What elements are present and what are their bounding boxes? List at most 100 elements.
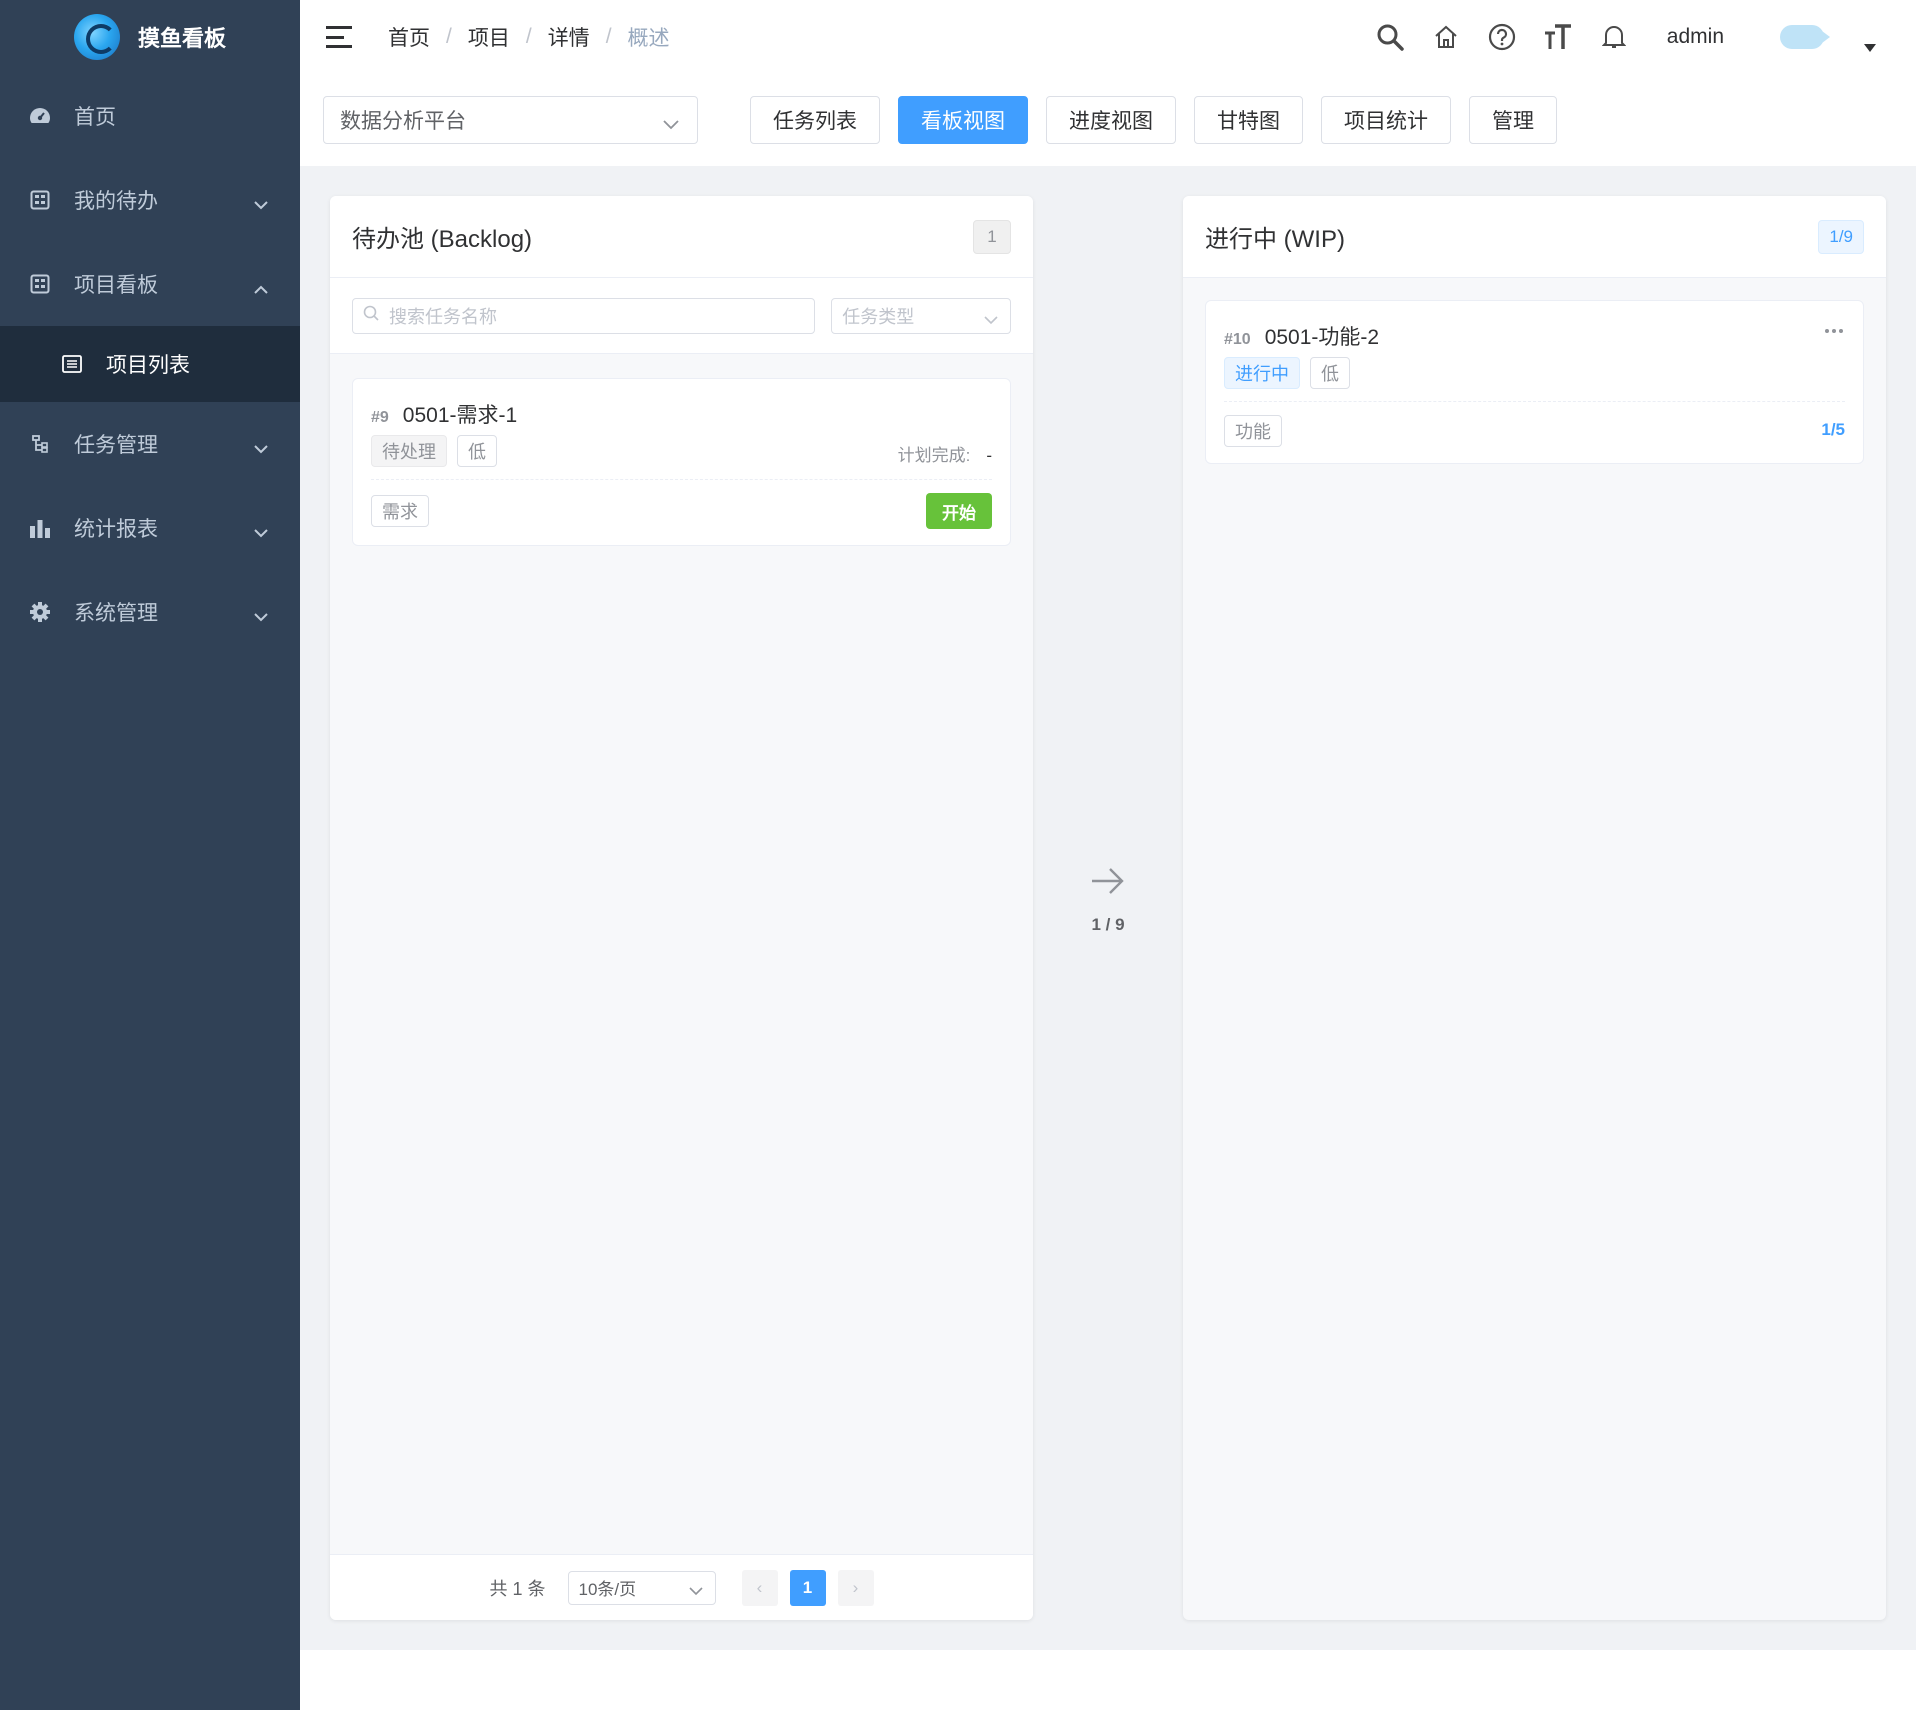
chevron-down-icon <box>254 520 268 544</box>
card-divider <box>1224 401 1845 402</box>
sidebar-item-task-management[interactable]: 任务管理 <box>0 402 300 486</box>
bell-icon[interactable] <box>1599 22 1629 52</box>
tag-row: 待处理 低 <box>371 435 497 467</box>
prev-page-button[interactable]: ‹ <box>741 1569 778 1606</box>
board-icon <box>28 272 52 296</box>
breadcrumb-project[interactable]: 项目 <box>468 22 510 52</box>
tab-progress-view[interactable]: 进度视图 <box>1046 96 1176 144</box>
tree-icon <box>28 432 52 456</box>
wip-column: 进行中 (WIP) 1/9 #10 0501-功能-2 进行中 低 功能 1/5 <box>1183 196 1886 1620</box>
sidebar-item-label: 首页 <box>74 106 116 129</box>
kanban-board: 待办池 (Backlog) 1 搜索任务名称 任务类型 #9 0501-需求-1… <box>300 166 1916 1650</box>
breadcrumb-overview: 概述 <box>627 27 670 50</box>
sidebar-item-label: 系统管理 <box>74 602 158 625</box>
page-size-select[interactable]: 10条/页 <box>567 1570 716 1605</box>
project-select[interactable]: 数据分析平台 <box>323 96 698 144</box>
tag-row: 进行中 低 <box>1224 357 1350 389</box>
subtask-progress: 1/5 <box>1821 420 1845 439</box>
app-logo[interactable]: 摸鱼看板 <box>0 0 300 74</box>
column-header: 待办池 (Backlog) 1 <box>330 196 1033 278</box>
breadcrumb: 首页 / 项目 / 详情 / 概述 <box>388 22 670 52</box>
search-input[interactable]: 搜索任务名称 <box>352 297 816 334</box>
top-navbar: 首页 / 项目 / 详情 / 概述 admin <box>300 0 1916 74</box>
chevron-down-icon <box>663 112 679 136</box>
help-icon[interactable] <box>1487 22 1517 52</box>
sidebar-item-home[interactable]: 首页 <box>0 74 300 158</box>
list-icon <box>60 352 84 376</box>
sidebar-item-label: 我的待办 <box>74 190 158 213</box>
avatar[interactable] <box>1780 25 1830 49</box>
start-button[interactable]: 开始 <box>926 493 992 529</box>
more-icon[interactable] <box>1825 329 1843 333</box>
app-title: 摸鱼看板 <box>137 26 226 51</box>
breadcrumb-separator: / <box>605 25 612 48</box>
pager-buttons: ‹ 1 › <box>741 1569 874 1606</box>
tab-task-list[interactable]: 任务列表 <box>750 96 880 144</box>
planned-completion: 计划完成: - <box>898 441 992 466</box>
card-title-row: #9 0501-需求-1 <box>371 399 517 429</box>
page-number-button[interactable]: 1 <box>789 1569 826 1606</box>
task-type-select[interactable]: 任务类型 <box>831 297 1011 334</box>
task-id: #9 <box>371 409 389 426</box>
wip-limit-label: 1 / 9 <box>1091 915 1125 934</box>
priority-tag: 低 <box>1310 357 1350 389</box>
username[interactable]: admin <box>1667 25 1724 49</box>
card-divider <box>371 479 992 480</box>
column-title: 进行中 (WIP) <box>1205 226 1345 253</box>
card-title-row: #10 0501-功能-2 <box>1224 321 1379 351</box>
planned-completion-value: - <box>986 446 992 465</box>
tab-project-stats[interactable]: 项目统计 <box>1321 96 1451 144</box>
task-card[interactable]: #10 0501-功能-2 进行中 低 功能 1/5 <box>1205 300 1864 464</box>
task-id: #10 <box>1224 331 1251 348</box>
sidebar-item-label: 任务管理 <box>74 434 158 457</box>
backlog-column: 待办池 (Backlog) 1 搜索任务名称 任务类型 #9 0501-需求-1… <box>330 196 1033 1620</box>
task-type-placeholder: 任务类型 <box>842 306 915 327</box>
search-icon[interactable] <box>1375 22 1405 52</box>
caret-down-icon[interactable] <box>1864 44 1876 52</box>
todo-icon <box>28 188 52 212</box>
project-select-value: 数据分析平台 <box>340 110 466 133</box>
tab-gantt[interactable]: 甘特图 <box>1194 96 1303 144</box>
sidebar-item-label: 项目看板 <box>74 274 158 297</box>
column-header: 进行中 (WIP) 1/9 <box>1183 196 1886 278</box>
sidebar-item-system[interactable]: 系统管理 <box>0 570 300 654</box>
font-size-icon[interactable] <box>1543 22 1573 52</box>
chevron-up-icon <box>254 276 268 300</box>
home-icon[interactable] <box>1431 22 1461 52</box>
submenu-project-board: 项目列表 <box>0 326 300 402</box>
sidebar-item-project-board[interactable]: 项目看板 <box>0 242 300 326</box>
gear-icon <box>28 600 52 624</box>
sidebar-item-reports[interactable]: 统计报表 <box>0 486 300 570</box>
priority-tag: 低 <box>457 435 497 467</box>
sidebar-item-project-list[interactable]: 项目列表 <box>0 326 300 402</box>
hamburger-icon[interactable] <box>326 26 352 48</box>
chevron-down-icon <box>254 604 268 628</box>
bar-chart-icon <box>28 516 52 540</box>
chevron-down-icon <box>688 1581 703 1601</box>
tab-manage[interactable]: 管理 <box>1469 96 1557 144</box>
column-title: 待办池 (Backlog) <box>352 226 533 253</box>
dashboard-icon <box>28 104 52 128</box>
task-card[interactable]: #9 0501-需求-1 待处理 低 计划完成: - 需求 开始 <box>352 378 1011 546</box>
breadcrumb-detail[interactable]: 详情 <box>548 22 590 52</box>
tab-kanban-view[interactable]: 看板视图 <box>898 96 1028 144</box>
count-badge: 1/9 <box>1818 220 1864 254</box>
next-page-button[interactable]: › <box>837 1569 874 1606</box>
task-name: 0501-功能-2 <box>1264 326 1380 349</box>
status-tag: 进行中 <box>1224 357 1300 389</box>
sidebar-item-todo[interactable]: 我的待办 <box>0 158 300 242</box>
pagination: 共 1 条 10条/页 ‹ 1 › <box>330 1554 1033 1620</box>
chevron-down-icon <box>984 309 998 330</box>
project-toolbar: 数据分析平台 任务列表 看板视图 进度视图 甘特图 项目统计 管理 <box>300 74 1916 166</box>
pagination-total: 共 1 条 <box>489 1578 546 1599</box>
breadcrumb-separator: / <box>446 25 452 48</box>
breadcrumb-home[interactable]: 首页 <box>388 22 430 52</box>
view-tabs: 任务列表 看板视图 进度视图 甘特图 项目统计 管理 <box>750 96 1557 144</box>
sidebar-item-label: 统计报表 <box>74 518 158 541</box>
chevron-down-icon <box>254 192 268 216</box>
logo-icon <box>73 14 120 60</box>
filter-row: 搜索任务名称 任务类型 <box>330 278 1033 354</box>
flow-indicator: 1 / 9 <box>1083 866 1133 935</box>
task-type-tag: 需求 <box>371 495 429 527</box>
planned-completion-label: 计划完成: <box>897 446 971 465</box>
